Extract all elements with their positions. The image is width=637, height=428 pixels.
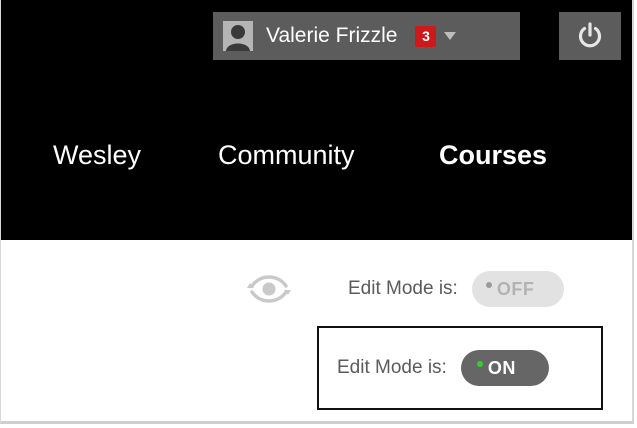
status-dot	[476, 361, 483, 367]
nav-item-community[interactable]: Community	[218, 140, 355, 171]
nav-item-courses[interactable]: Courses	[439, 140, 547, 171]
edit-mode-toggle-off[interactable]: OFF	[471, 271, 564, 307]
toggle-state-text: ON	[487, 357, 516, 378]
power-icon	[578, 22, 602, 48]
user-name: Valerie Frizzle	[266, 24, 398, 47]
nav-item-wesley[interactable]: Wesley	[53, 140, 141, 171]
edit-mode-label: Edit Mode is:	[348, 278, 458, 299]
logout-power-button[interactable]	[559, 12, 621, 60]
status-dot	[485, 282, 492, 288]
edit-mode-on-row: Edit Mode is: ON	[317, 326, 603, 410]
edit-mode-off-row: Edit Mode is: OFF	[348, 271, 564, 307]
site-header: Valerie Frizzle 3 Wesley Community Cours…	[1, 0, 632, 240]
notification-badge[interactable]: 3	[415, 25, 437, 47]
eye-toggle-icon[interactable]	[246, 272, 292, 306]
user-menu-button[interactable]: Valerie Frizzle 3	[213, 12, 520, 60]
edit-mode-label: Edit Mode is:	[337, 357, 447, 378]
caret-down-icon[interactable]	[444, 32, 457, 40]
page-frame: Valerie Frizzle 3 Wesley Community Cours…	[0, 0, 634, 424]
user-silhouette-icon	[223, 21, 253, 51]
edit-mode-toggle-on[interactable]: ON	[460, 350, 549, 386]
toggle-state-text: OFF	[496, 278, 535, 299]
